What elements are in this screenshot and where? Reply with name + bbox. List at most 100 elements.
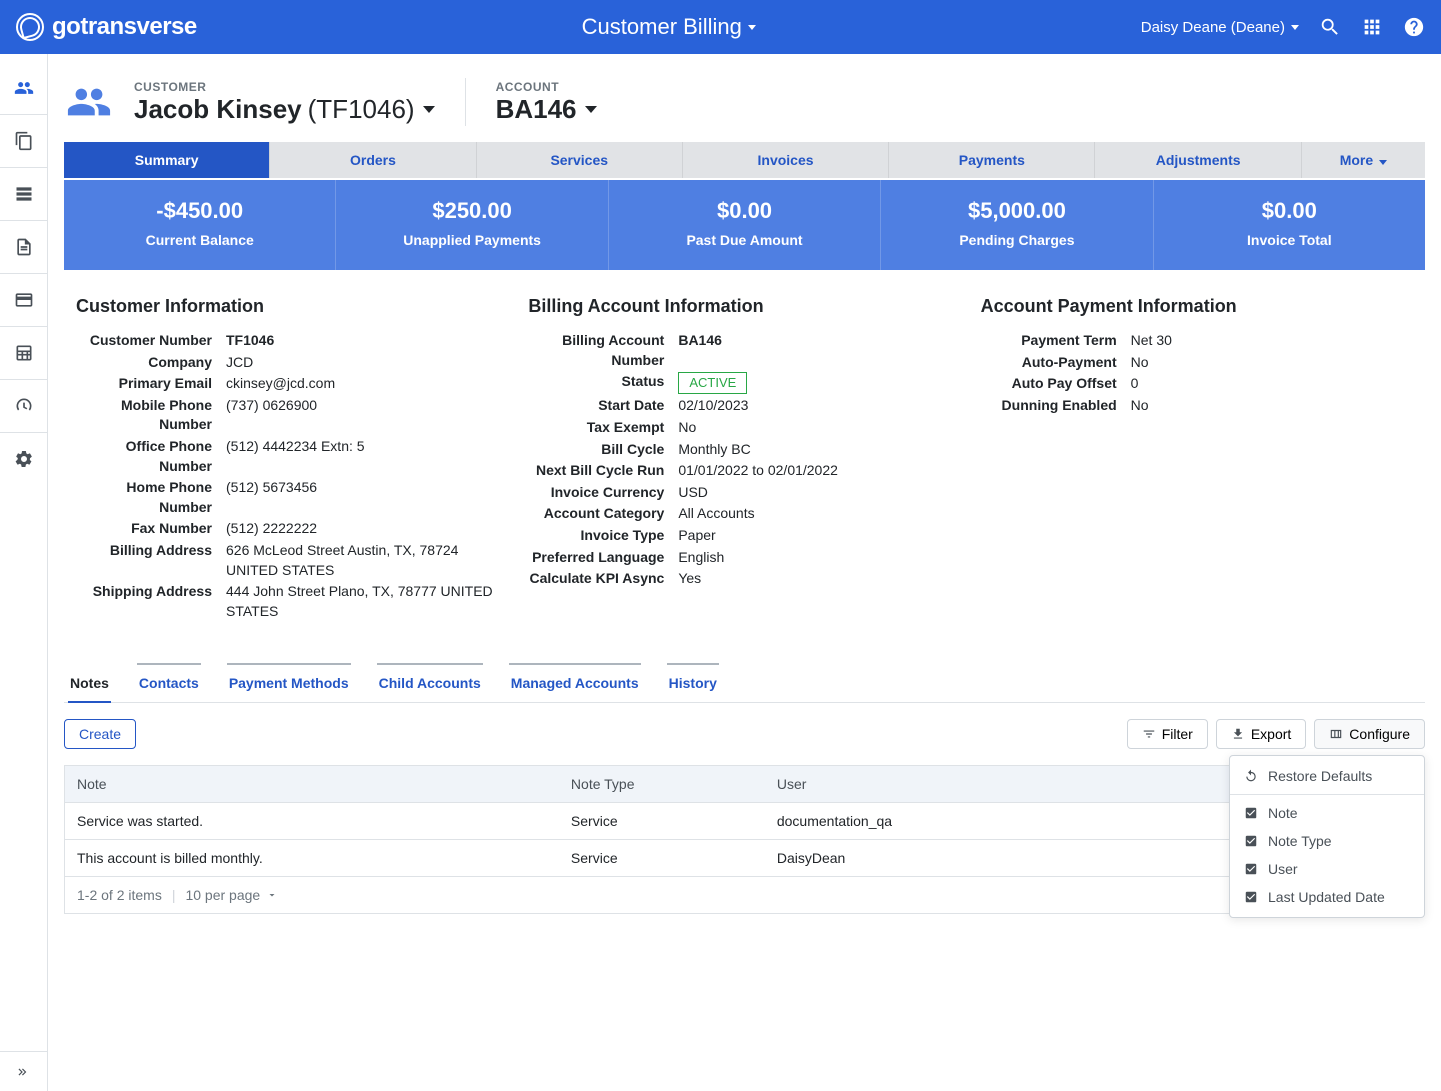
info-label: Account Category [528,504,678,524]
info-value: TF1046 [226,331,508,351]
info-label: Mobile Phone Number [76,396,226,435]
restore-defaults-item[interactable]: Restore Defaults [1230,762,1424,790]
info-row: Bill CycleMonthly BC [528,440,960,460]
tab-orders[interactable]: Orders [270,142,476,178]
tab-summary[interactable]: Summary [64,142,270,178]
subtab-managed-accounts[interactable]: Managed Accounts [509,663,641,703]
table-cell: Service [559,803,765,840]
tab-services[interactable]: Services [477,142,683,178]
stat-current-balance: -$450.00Current Balance [64,180,336,270]
notes-table: Note Note Type User Last Updated Date Se… [64,765,1425,877]
info-row: Invoice TypePaper [528,526,960,546]
customer-account-header: CUSTOMER Jacob Kinsey (TF1046) ACCOUNT B… [64,70,1425,142]
brand[interactable]: gotransverse [16,13,197,41]
table-cell: documentation_qa [765,803,1092,840]
info-row: Billing Account NumberBA146 [528,331,960,370]
create-button[interactable]: Create [64,719,136,749]
customer-dropdown[interactable]: Jacob Kinsey (TF1046) [134,94,435,125]
sidebar-card-icon[interactable] [0,278,48,322]
info-label: Calculate KPI Async [528,569,678,589]
user-menu[interactable]: Daisy Deane (Deane) [1141,19,1299,36]
info-label: Company [76,353,226,373]
table-row[interactable]: This account is billed monthly.ServiceDa… [65,840,1425,877]
tab-adjustments[interactable]: Adjustments [1095,142,1301,178]
info-row: Home Phone Number(512) 5673456 [76,478,508,517]
main-tabs: Summary Orders Services Invoices Payment… [64,142,1425,178]
info-row: Invoice CurrencyUSD [528,483,960,503]
info-label: Tax Exempt [528,418,678,438]
info-label: Billing Account Number [528,331,678,370]
filter-button[interactable]: Filter [1127,719,1208,749]
sidebar-copy-icon[interactable] [0,119,48,163]
info-value: Net 30 [1131,331,1413,351]
stat-invoice-total: $0.00Invoice Total [1154,180,1425,270]
th-user[interactable]: User [765,766,1092,803]
cfg-col-note[interactable]: Note [1230,799,1424,827]
apps-grid-icon[interactable] [1361,16,1383,38]
info-value: No [1131,396,1413,416]
info-label: Home Phone Number [76,478,226,517]
search-icon[interactable] [1319,16,1341,38]
caret-down-icon [748,25,756,30]
sidebar-server-icon[interactable] [0,172,48,216]
th-note-type[interactable]: Note Type [559,766,765,803]
cfg-col-last-updated[interactable]: Last Updated Date [1230,883,1424,911]
billing-info-col: Billing Account Information Billing Acco… [528,296,960,623]
info-section: Customer Information Customer NumberTF10… [64,270,1425,643]
cfg-col-note-type[interactable]: Note Type [1230,827,1424,855]
sidebar-expand-icon[interactable] [0,1051,48,1091]
info-row: Dunning EnabledNo [981,396,1413,416]
sub-tabs: Notes Contacts Payment Methods Child Acc… [64,663,1425,703]
info-row: Start Date02/10/2023 [528,396,960,416]
customer-label: CUSTOMER [134,80,435,94]
caret-down-icon [1379,160,1387,165]
info-row: Tax ExemptNo [528,418,960,438]
info-row: Next Bill Cycle Run01/01/2022 to 02/01/2… [528,461,960,481]
per-page-dropdown[interactable]: 10 per page [185,887,278,903]
info-row: CompanyJCD [76,353,508,373]
payment-info-title: Account Payment Information [981,296,1413,317]
subtab-payment-methods[interactable]: Payment Methods [227,663,351,703]
checkbox-checked-icon [1244,834,1258,848]
tab-payments[interactable]: Payments [889,142,1095,178]
sidebar-calculator-icon[interactable] [0,331,48,375]
brand-logo-icon [16,13,44,41]
info-row: Billing Address626 McLeod Street Austin,… [76,541,508,580]
info-label: Bill Cycle [528,440,678,460]
info-label: Preferred Language [528,548,678,568]
sidebar-document-icon[interactable] [0,225,48,269]
help-icon[interactable] [1403,16,1425,38]
subtab-notes[interactable]: Notes [68,663,111,703]
table-row[interactable]: Service was started.Servicedocumentation… [65,803,1425,840]
info-value: JCD [226,353,508,373]
cfg-col-user[interactable]: User [1230,855,1424,883]
sidebar-settings-icon[interactable] [0,437,48,481]
info-value: 02/10/2023 [678,396,960,416]
info-label: Status [528,372,678,392]
account-label: ACCOUNT [496,80,597,94]
subtab-child-accounts[interactable]: Child Accounts [377,663,483,703]
sidebar-customers-icon[interactable] [0,66,48,110]
info-value: ckinsey@jcd.com [226,374,508,394]
tab-invoices[interactable]: Invoices [683,142,889,178]
checkbox-checked-icon [1244,862,1258,876]
sidebar-dashboard-icon[interactable] [0,384,48,428]
table-cell: DaisyDean [765,840,1092,877]
info-label: Office Phone Number [76,437,226,476]
info-label: Next Bill Cycle Run [528,461,678,481]
info-value: Yes [678,569,960,589]
account-dropdown[interactable]: BA146 [496,94,597,125]
status-badge: ACTIVE [678,372,747,394]
info-label: Fax Number [76,519,226,539]
page-title-dropdown[interactable]: Customer Billing [582,14,756,40]
configure-menu: Restore Defaults Note Note Type User Las… [1229,755,1425,918]
configure-button[interactable]: Configure [1314,719,1425,749]
tab-more[interactable]: More [1302,142,1425,178]
subtab-contacts[interactable]: Contacts [137,663,201,703]
export-button[interactable]: Export [1216,719,1306,749]
subtab-history[interactable]: History [667,663,719,703]
chevron-down-icon [266,889,278,901]
notes-toolbar: Create Filter Export Configure Restore D… [64,703,1425,765]
table-cell: Service was started. [65,803,559,840]
th-note[interactable]: Note [65,766,559,803]
